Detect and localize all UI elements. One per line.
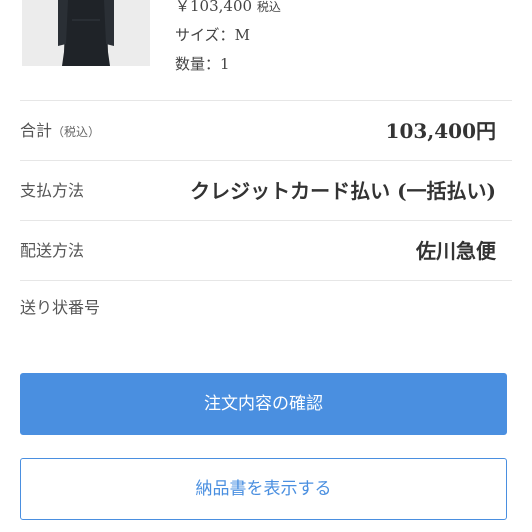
product-price-line: ￥103,400 税込 bbox=[175, 0, 281, 21]
product-price: ￥103,400 bbox=[175, 0, 253, 15]
payment-label: 支払方法 bbox=[20, 181, 85, 200]
tracking-row: 送り状番号 bbox=[20, 278, 512, 338]
total-value: 103,400円 bbox=[385, 119, 496, 143]
confirm-order-button[interactable]: 注文内容の確認 bbox=[20, 373, 507, 435]
dress-image bbox=[22, 0, 150, 66]
product-info: ￥103,400 税込 サイズ：M 数量：1 bbox=[175, 0, 281, 79]
total-row: 合計（税込） 103,400円 bbox=[20, 101, 512, 161]
product-size-value: M bbox=[234, 26, 250, 44]
product-quantity-label: 数量： bbox=[175, 55, 221, 73]
product-size-label: サイズ： bbox=[175, 26, 235, 44]
total-tax-note: （税込） bbox=[52, 125, 101, 139]
payment-value: クレジットカード払い (一括払い) bbox=[190, 179, 496, 203]
total-label-wrap: 合計（税込） bbox=[20, 101, 100, 161]
product-price-tax: 税込 bbox=[256, 0, 281, 14]
product-summary: ￥103,400 税込 サイズ：M 数量：1 bbox=[0, 0, 532, 100]
tracking-label: 送り状番号 bbox=[20, 298, 101, 317]
payment-row: 支払方法 クレジットカード払い (一括払い) bbox=[20, 161, 512, 221]
product-quantity-value: 1 bbox=[220, 55, 230, 73]
total-label: 合計 bbox=[20, 121, 53, 140]
product-quantity-line: 数量：1 bbox=[175, 50, 281, 79]
shipping-row: 配送方法 佐川急便 bbox=[20, 221, 512, 281]
product-image[interactable] bbox=[22, 0, 150, 66]
product-size-line: サイズ：M bbox=[175, 21, 281, 50]
shipping-value: 佐川急便 bbox=[416, 239, 496, 263]
show-invoice-button[interactable]: 納品書を表示する bbox=[20, 458, 507, 520]
shipping-label: 配送方法 bbox=[20, 241, 85, 260]
